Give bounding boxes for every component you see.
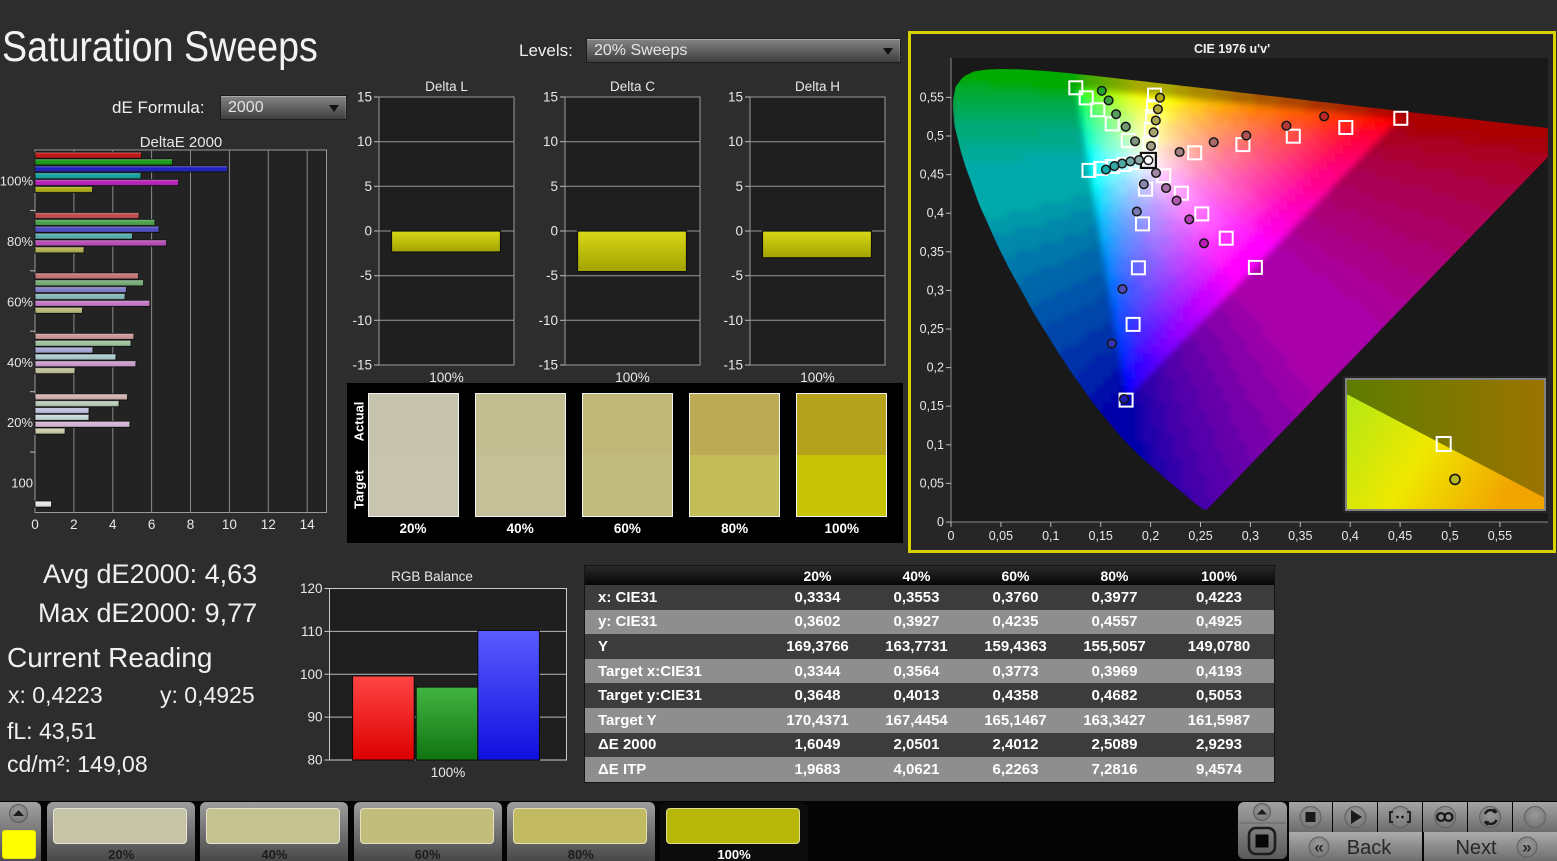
svg-text:0,5: 0,5 [927, 129, 944, 143]
svg-text:-5: -5 [546, 268, 558, 283]
svg-text:0,25: 0,25 [920, 322, 944, 336]
svg-text:0: 0 [31, 517, 39, 532]
svg-text:0,3: 0,3 [1242, 529, 1259, 543]
svg-text:Back: Back [1346, 837, 1391, 859]
svg-text:0,2: 0,2 [927, 361, 944, 375]
svg-text:0,45: 0,45 [1388, 529, 1412, 543]
svg-text:»: » [1522, 838, 1531, 857]
svg-text:20%: 20% [7, 415, 33, 430]
svg-text:2: 2 [70, 517, 78, 532]
svg-text:0: 0 [550, 224, 558, 239]
svg-text:10: 10 [222, 517, 237, 532]
svg-text:5: 5 [364, 179, 372, 194]
svg-text:0,1: 0,1 [927, 438, 944, 452]
svg-text:0,1: 0,1 [1042, 529, 1059, 543]
svg-text:100: 100 [11, 476, 33, 491]
svg-text:-15: -15 [538, 358, 558, 373]
svg-text:Delta C: Delta C [610, 79, 655, 94]
svg-text:100: 100 [300, 667, 323, 682]
svg-text:RGB Balance: RGB Balance [391, 569, 473, 584]
svg-text:0,35: 0,35 [920, 245, 944, 259]
svg-text:0: 0 [364, 224, 372, 239]
svg-text:100%: 100% [431, 765, 466, 780]
svg-text:-10: -10 [538, 313, 558, 328]
svg-text:0,35: 0,35 [1288, 529, 1312, 543]
svg-text:0: 0 [948, 529, 955, 543]
svg-text:120: 120 [300, 581, 323, 596]
svg-text:0,3: 0,3 [927, 283, 944, 297]
svg-text:40%: 40% [7, 355, 33, 370]
svg-text:100%: 100% [0, 174, 33, 189]
svg-text:110: 110 [301, 624, 323, 639]
svg-text:15: 15 [728, 90, 743, 105]
svg-text:0,55: 0,55 [1488, 529, 1512, 543]
svg-text:Delta L: Delta L [425, 79, 468, 94]
svg-text:0,25: 0,25 [1188, 529, 1212, 543]
svg-text:15: 15 [543, 90, 558, 105]
svg-text:10: 10 [728, 134, 743, 149]
svg-text:-15: -15 [723, 358, 743, 373]
svg-text:60%: 60% [7, 294, 33, 309]
svg-text:-10: -10 [352, 313, 372, 328]
svg-text:0,05: 0,05 [920, 476, 944, 490]
svg-text:0,5: 0,5 [1441, 529, 1458, 543]
svg-text:0,15: 0,15 [1089, 529, 1113, 543]
svg-text:10: 10 [357, 134, 372, 149]
svg-text:Delta H: Delta H [795, 79, 840, 94]
svg-text:-5: -5 [731, 268, 743, 283]
svg-text:DeltaE 2000: DeltaE 2000 [140, 134, 223, 151]
svg-text:8: 8 [187, 517, 195, 532]
svg-text:15: 15 [357, 90, 372, 105]
svg-text:CIE 1976 u'v': CIE 1976 u'v' [1194, 42, 1270, 56]
svg-text:90: 90 [307, 710, 322, 725]
svg-text:80%: 80% [7, 234, 33, 249]
svg-text:-15: -15 [352, 358, 372, 373]
svg-text:«: « [1314, 838, 1323, 857]
svg-text:5: 5 [735, 179, 743, 194]
svg-text:5: 5 [550, 179, 558, 194]
svg-text:12: 12 [261, 517, 276, 532]
svg-text:Next: Next [1455, 837, 1497, 859]
svg-text:6: 6 [148, 517, 156, 532]
svg-text:10: 10 [543, 134, 558, 149]
svg-text:0,2: 0,2 [1142, 529, 1159, 543]
svg-text:0,4: 0,4 [927, 206, 944, 220]
svg-text:0,05: 0,05 [989, 529, 1013, 543]
svg-text:0,4: 0,4 [1342, 529, 1359, 543]
svg-text:0: 0 [937, 515, 944, 529]
svg-text:0: 0 [735, 224, 743, 239]
svg-text:-5: -5 [360, 268, 372, 283]
svg-text:0,55: 0,55 [920, 90, 944, 104]
svg-text:4: 4 [109, 517, 117, 532]
svg-text:0,15: 0,15 [920, 399, 944, 413]
svg-text:-10: -10 [723, 313, 743, 328]
svg-text:14: 14 [300, 517, 316, 532]
svg-text:0,45: 0,45 [920, 168, 944, 182]
svg-text:80: 80 [307, 753, 322, 768]
